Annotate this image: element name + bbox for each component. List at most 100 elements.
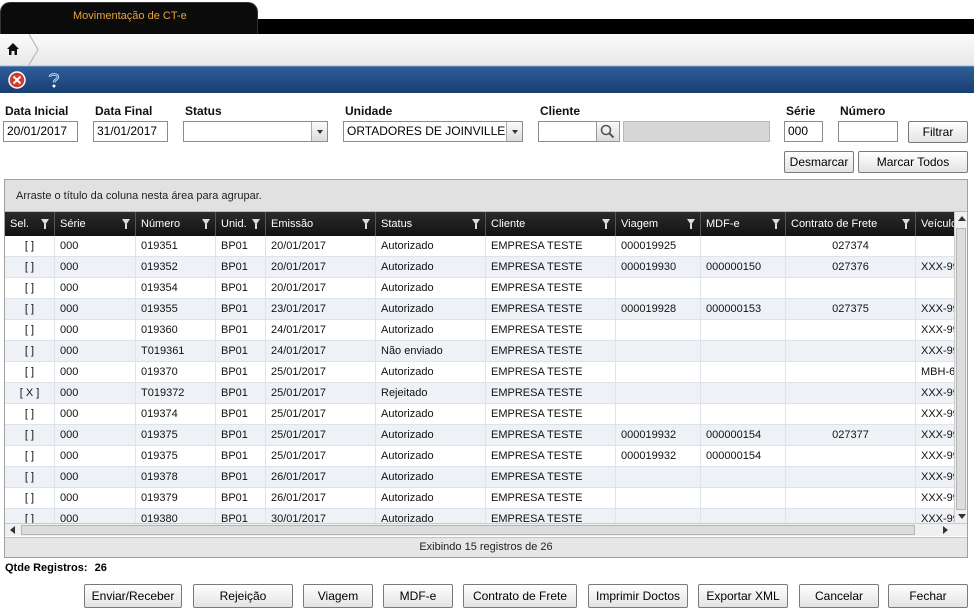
table-row[interactable]: [ ] 000 019352 BP01 20/01/2017 Autorizado EMPR…	[5, 257, 954, 278]
column-header[interactable]: Sel.	[5, 212, 55, 236]
enviar-receber-button[interactable]: Enviar/Receber	[84, 584, 182, 608]
column-header[interactable]: Viagem	[616, 212, 701, 236]
table-row[interactable]: [ ] 000 019355 BP01 23/01/2017 Autorizado EMPR…	[5, 299, 954, 320]
table-row[interactable]: [ ] 000 019378 BP01 26/01/2017 Autorizado EMPR…	[5, 467, 954, 488]
column-header-label: Veículo	[921, 218, 954, 230]
table-row[interactable]: [ X ] 000 T019372 BP01 25/01/2017 Rejeitado EM…	[5, 383, 954, 404]
table-cell	[916, 278, 954, 299]
filter-icon[interactable]	[772, 219, 780, 229]
viagem-button[interactable]: Viagem	[303, 584, 373, 608]
row-select-checkbox[interactable]: [ X ]	[5, 383, 55, 404]
grid-body: [ ] 000 019351 BP01 20/01/2017 Autorizado EMPR…	[5, 236, 954, 523]
row-select-checkbox[interactable]: [ ]	[5, 467, 55, 488]
filter-icon[interactable]	[41, 219, 49, 229]
filter-icon[interactable]	[602, 219, 610, 229]
table-cell	[701, 509, 786, 523]
column-header[interactable]: Número	[136, 212, 216, 236]
column-header[interactable]: MDF-e	[701, 212, 786, 236]
table-cell: EMPRESA TESTE	[486, 446, 616, 467]
unidade-select[interactable]: ORTADORES DE JOINVILLE	[343, 121, 523, 142]
group-by-area[interactable]: Arraste o título da coluna nesta área pa…	[5, 180, 967, 212]
row-select-checkbox[interactable]: [ ]	[5, 299, 55, 320]
horizontal-scroll-thumb[interactable]	[21, 525, 915, 535]
mdfe-button[interactable]: MDF-e	[383, 584, 453, 608]
numero-field[interactable]	[838, 121, 898, 142]
filter-icon[interactable]	[687, 219, 695, 229]
scroll-up-icon[interactable]	[958, 216, 966, 221]
filter-icon[interactable]	[122, 219, 130, 229]
table-row[interactable]: [ ] 000 019375 BP01 25/01/2017 Autorizado EMPR…	[5, 425, 954, 446]
row-select-checkbox[interactable]: [ ]	[5, 278, 55, 299]
vertical-scroll-thumb[interactable]	[956, 228, 966, 510]
column-header-label: Número	[141, 218, 181, 230]
record-count: Qtde Registros: 26	[5, 562, 107, 574]
rejeicao-button[interactable]: Rejeição	[193, 584, 293, 608]
table-cell: XXX-99	[916, 425, 954, 446]
scroll-left-icon[interactable]	[10, 526, 15, 534]
filtrar-button[interactable]: Filtrar	[908, 121, 968, 143]
row-select-checkbox[interactable]: [ ]	[5, 236, 55, 257]
chevron-down-icon[interactable]	[311, 122, 327, 141]
table-row[interactable]: [ ] 000 019379 BP01 26/01/2017 Autorizado EMPR…	[5, 488, 954, 509]
cancelar-button[interactable]: Cancelar	[799, 584, 879, 608]
filter-icon[interactable]	[472, 219, 480, 229]
contrato-frete-button[interactable]: Contrato de Frete	[463, 584, 577, 608]
horizontal-scrollbar[interactable]	[5, 523, 967, 536]
row-select-checkbox[interactable]: [ ]	[5, 341, 55, 362]
table-cell: 26/01/2017	[266, 488, 376, 509]
table-row[interactable]: [ ] 000 019360 BP01 24/01/2017 Autorizado EMPR…	[5, 320, 954, 341]
scroll-down-icon[interactable]	[958, 514, 966, 519]
row-select-checkbox[interactable]: [ ]	[5, 509, 55, 523]
table-cell	[786, 446, 916, 467]
cliente-lookup-button[interactable]	[596, 121, 620, 142]
table-row[interactable]: [ ] 000 019351 BP01 20/01/2017 Autorizado EMPR…	[5, 236, 954, 257]
column-header[interactable]: Série	[55, 212, 136, 236]
cliente-code-field[interactable]	[538, 121, 598, 142]
column-header[interactable]: Contrato de Frete	[786, 212, 916, 236]
filter-icon[interactable]	[202, 219, 210, 229]
row-select-checkbox[interactable]: [ ]	[5, 446, 55, 467]
data-inicial-field[interactable]: 20/01/2017	[3, 121, 78, 142]
vertical-scrollbar[interactable]	[954, 212, 967, 523]
column-header[interactable]: Status	[376, 212, 486, 236]
table-row[interactable]: [ ] 000 019380 BP01 30/01/2017 Autorizado EMPR…	[5, 509, 954, 523]
column-header[interactable]: Veículo	[916, 212, 954, 236]
table-row[interactable]: [ ] 000 019370 BP01 25/01/2017 Autorizado EMPR…	[5, 362, 954, 383]
filter-icon[interactable]	[252, 219, 260, 229]
row-select-checkbox[interactable]: [ ]	[5, 425, 55, 446]
column-header[interactable]: Unid.	[216, 212, 266, 236]
table-row[interactable]: [ ] 000 019375 BP01 25/01/2017 Autorizado EMPR…	[5, 446, 954, 467]
scroll-right-icon[interactable]	[943, 526, 948, 534]
row-select-checkbox[interactable]: [ ]	[5, 320, 55, 341]
exportar-xml-button[interactable]: Exportar XML	[698, 584, 788, 608]
filter-icon[interactable]	[362, 219, 370, 229]
chevron-down-icon[interactable]	[506, 122, 522, 141]
column-header[interactable]: Cliente	[486, 212, 616, 236]
close-circle-icon[interactable]	[8, 71, 26, 89]
table-cell: BP01	[216, 446, 266, 467]
table-cell: XXX-99	[916, 383, 954, 404]
serie-field[interactable]: 000	[784, 121, 823, 142]
row-select-checkbox[interactable]: [ ]	[5, 404, 55, 425]
data-final-field[interactable]: 31/01/2017	[93, 121, 168, 142]
imprimir-doctos-button[interactable]: Imprimir Doctos	[588, 584, 688, 608]
row-select-checkbox[interactable]: [ ]	[5, 257, 55, 278]
desmarcar-button[interactable]: Desmarcar	[784, 151, 854, 173]
table-cell: EMPRESA TESTE	[486, 257, 616, 278]
table-row[interactable]: [ ] 000 019354 BP01 20/01/2017 Autorizado EMPR…	[5, 278, 954, 299]
status-select[interactable]	[183, 121, 328, 142]
tab-movimentacao-cte[interactable]: Movimentação de CT-e	[0, 2, 258, 34]
marcar-todos-button[interactable]: Marcar Todos	[858, 151, 968, 173]
row-select-checkbox[interactable]: [ ]	[5, 488, 55, 509]
filter-icon[interactable]	[902, 219, 910, 229]
table-cell	[786, 404, 916, 425]
table-row[interactable]: [ ] 000 019374 BP01 25/01/2017 Autorizado EMPR…	[5, 404, 954, 425]
table-cell: 027375	[786, 299, 916, 320]
row-select-checkbox[interactable]: [ ]	[5, 362, 55, 383]
table-cell: XXX-99	[916, 446, 954, 467]
help-icon[interactable]	[45, 71, 63, 89]
table-row[interactable]: [ ] 000 T019361 BP01 24/01/2017 Não enviado EM…	[5, 341, 954, 362]
column-header[interactable]: Emissão	[266, 212, 376, 236]
fechar-button[interactable]: Fechar	[888, 584, 968, 608]
data-final-label: Data Final	[95, 104, 153, 118]
